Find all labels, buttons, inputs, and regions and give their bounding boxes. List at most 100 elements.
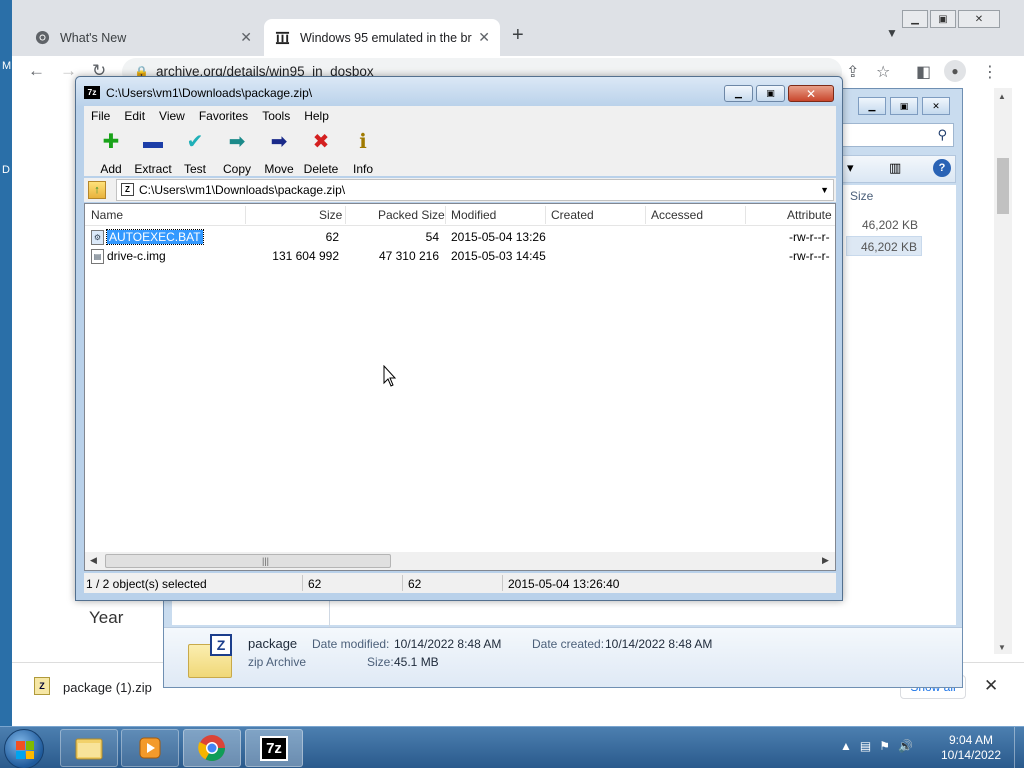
extract-button[interactable]: ▬ Extract <box>131 130 175 176</box>
column-created[interactable]: Created <box>551 208 594 222</box>
file-size: 131 604 992 <box>272 249 339 263</box>
date-created-label: Date created: <box>532 637 605 651</box>
year-label: Year <box>89 608 124 627</box>
file-row[interactable]: ⚙ AUTOEXEC.BAT 62 54 2015-05-04 13:26 -r… <box>85 228 835 247</box>
chevron-down-icon[interactable]: ▼ <box>820 180 829 200</box>
explorer-search-input[interactable]: ⚲ <box>842 123 954 147</box>
show-hidden-icons-icon[interactable]: ▲ <box>840 739 852 753</box>
archive-icon: Z <box>121 183 134 196</box>
maximize-button[interactable]: ▣ <box>890 97 918 115</box>
start-button[interactable] <box>4 729 44 768</box>
scroll-up-arrow-icon[interactable]: ▲ <box>998 92 1006 101</box>
download-item[interactable]: package (1).zip <box>63 680 152 695</box>
close-window-button[interactable]: ✕ <box>958 10 1000 28</box>
menu-favorites[interactable]: Favorites <box>192 109 255 123</box>
scroll-down-arrow-icon[interactable]: ▼ <box>998 643 1006 652</box>
tab-whats-new[interactable]: What's New ✕ <box>24 19 262 56</box>
taskbar: 7z ▲ ▤ ⚑ 🔊 9:04 AM 10/14/2022 <box>0 726 1024 768</box>
close-download-bar-icon[interactable]: ✕ <box>984 676 998 696</box>
column-modified[interactable]: Modified <box>451 208 496 222</box>
new-tab-button[interactable]: + <box>512 24 524 47</box>
menu-edit[interactable]: Edit <box>117 109 152 123</box>
up-folder-icon[interactable]: ↑ <box>88 181 106 199</box>
move-button[interactable]: ➡ Move <box>257 130 301 176</box>
mouse-cursor-icon <box>383 365 397 387</box>
help-icon[interactable]: ? <box>933 159 951 177</box>
preview-pane-icon[interactable]: ▥ <box>889 160 901 176</box>
bookmark-star-icon[interactable]: ☆ <box>876 62 890 82</box>
status-modified: 2015-05-04 13:26:40 <box>508 577 620 591</box>
column-attributes[interactable]: Attribute <box>787 208 832 222</box>
horizontal-scrollbar[interactable]: ◀ ||| ▶ <box>85 552 835 570</box>
share-icon[interactable]: ⇪ <box>846 62 859 82</box>
minus-icon: ▬ <box>143 131 163 153</box>
path-input[interactable]: Z C:\Users\vm1\Downloads\package.zip\ ▼ <box>116 179 834 201</box>
chrome-logo-icon <box>34 30 50 46</box>
window-title: C:\Users\vm1\Downloads\package.zip\ <box>106 86 313 100</box>
action-center-icon[interactable]: ⚑ <box>879 739 890 753</box>
back-arrow-icon[interactable]: ← <box>28 61 45 81</box>
tab-search-chevron-icon[interactable]: ▼ <box>886 26 898 40</box>
taskbar-explorer[interactable] <box>60 729 118 767</box>
minimize-button[interactable]: ▁ <box>724 85 753 102</box>
clock-time: 9:04 AM <box>948 733 994 747</box>
page-scrollbar[interactable]: ▲ ▼ <box>994 88 1012 654</box>
date-modified-label: Date modified: <box>312 637 390 651</box>
clock-date: 10/14/2022 <box>940 748 1002 762</box>
scroll-left-arrow-icon[interactable]: ◀ <box>90 555 97 566</box>
desktop-icon-label[interactable]: D <box>2 164 10 176</box>
desktop-icon-label[interactable]: M <box>2 60 11 72</box>
maximize-button[interactable]: ▣ <box>930 10 956 28</box>
volume-icon[interactable]: 🔊 <box>898 739 913 753</box>
taskbar-chrome[interactable] <box>183 729 241 767</box>
menu-kebab-icon[interactable]: ⋮ <box>982 62 998 82</box>
status-packed: 62 <box>408 577 422 591</box>
column-size[interactable]: Size <box>319 208 342 222</box>
file-size-cell[interactable]: 46,202 KB <box>846 236 922 256</box>
clock[interactable]: 9:04 AM 10/14/2022 <box>934 733 1008 763</box>
column-packed-size[interactable]: Packed Size <box>378 208 445 222</box>
column-name[interactable]: Name <box>91 208 123 222</box>
view-options-chevron-icon[interactable]: ▾ <box>847 160 854 176</box>
info-button[interactable]: ℹ Info <box>341 130 385 176</box>
window-controls: ▁ ▣ ✕ <box>724 85 834 102</box>
selection-status: 1 / 2 object(s) selected <box>86 577 207 591</box>
scroll-thumb[interactable]: ||| <box>105 554 391 568</box>
minimize-button[interactable]: ▁ <box>858 97 886 115</box>
close-tab-icon[interactable]: ✕ <box>478 29 490 46</box>
info-icon: ℹ <box>359 131 367 153</box>
title-bar[interactable]: 7z C:\Users\vm1\Downloads\package.zip\ ▁… <box>76 77 842 107</box>
file-list: Name Size Packed Size Modified Created A… <box>84 203 836 571</box>
menu-view[interactable]: View <box>152 109 192 123</box>
file-size-cell[interactable]: 46,202 KB <box>846 215 922 235</box>
copy-button[interactable]: ➡ Copy <box>215 130 259 176</box>
menu-tools[interactable]: Tools <box>255 109 297 123</box>
scroll-right-arrow-icon[interactable]: ▶ <box>822 555 829 566</box>
show-desktop-button[interactable] <box>1014 727 1024 768</box>
details-pane: Z package zip Archive Date modified: 10/… <box>164 627 962 687</box>
maximize-button[interactable]: ▣ <box>756 85 785 102</box>
move-arrow-icon: ➡ <box>270 131 288 153</box>
column-accessed[interactable]: Accessed <box>651 208 703 222</box>
close-tab-icon[interactable]: ✕ <box>240 29 252 46</box>
size-column-header[interactable]: Size <box>850 189 873 203</box>
scroll-thumb[interactable] <box>997 158 1009 214</box>
taskbar-7zip[interactable]: 7z <box>245 729 303 767</box>
minimize-button[interactable]: ▁ <box>902 10 928 28</box>
tab-windows95[interactable]: Windows 95 emulated in the bro ✕ <box>264 19 500 56</box>
network-icon[interactable]: ▤ <box>860 739 871 753</box>
close-window-button[interactable]: ✕ <box>922 97 950 115</box>
file-row[interactable]: ▤ drive-c.img 131 604 992 47 310 216 201… <box>85 247 835 266</box>
test-button[interactable]: ✔ Test <box>173 130 217 176</box>
menu-file[interactable]: File <box>84 109 117 123</box>
add-label: Add <box>100 162 122 176</box>
profile-avatar-icon[interactable]: ● <box>944 60 966 82</box>
zip-archive-icon: Z <box>188 634 232 678</box>
add-button[interactable]: ✚ Add <box>89 130 133 176</box>
taskbar-media-player[interactable] <box>121 729 179 767</box>
delete-button[interactable]: ✖ Delete <box>299 130 343 176</box>
close-window-button[interactable]: ✕ <box>788 85 834 102</box>
side-panel-icon[interactable]: ◧ <box>916 62 931 82</box>
menu-help[interactable]: Help <box>297 109 336 123</box>
file-name: package <box>248 636 298 651</box>
